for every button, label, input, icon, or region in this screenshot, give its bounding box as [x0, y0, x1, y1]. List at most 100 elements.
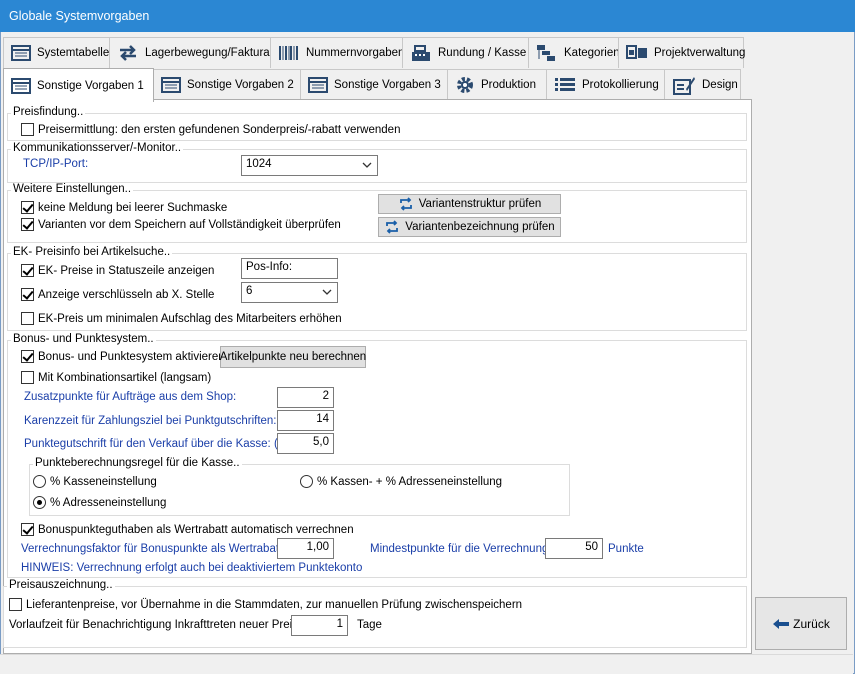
gear-icon — [457, 77, 473, 93]
tab-nummernvorgaben[interactable]: Nummernvorgaben — [270, 37, 405, 68]
checkbox-box[interactable] — [21, 312, 34, 325]
variantenbezeichnung-button[interactable]: Variantenbezeichnung prüfen — [378, 217, 561, 237]
aufschlag-checkbox[interactable]: EK-Preis um minimalen Aufschlag des Mita… — [21, 312, 342, 325]
arrow-left-icon — [773, 618, 790, 629]
tab-label: Lagerbewegung/Faktura — [145, 47, 270, 59]
varianten-pruefen-checkbox[interactable]: Varianten vor dem Speichern auf Vollstän… — [21, 218, 341, 231]
radio-label: % Adresseneinstellung — [50, 496, 167, 509]
tab-produktion[interactable]: Produktion — [447, 69, 547, 100]
tab-lagerbewegung[interactable]: Lagerbewegung/Faktura — [109, 37, 271, 68]
group-legend: Kommunikationsserver/-Monitor.. — [11, 142, 184, 154]
bonus-aktivieren-checkbox[interactable]: Bonus- und Punktesystem aktivieren — [21, 350, 225, 363]
tab-label: Nummernvorgaben — [306, 47, 405, 59]
variantenstruktur-button[interactable]: Variantenstruktur prüfen — [378, 194, 561, 214]
wertrabatt-checkbox[interactable]: Bonuspunkteguthaben als Wertrabatt autom… — [21, 523, 354, 536]
table-icon — [11, 45, 31, 61]
mindestpunkte-input[interactable]: 50 — [545, 538, 603, 559]
tcp-port-label: TCP/IP-Port: — [23, 158, 89, 170]
list-icon — [555, 78, 575, 91]
group-preisauszeichnung: Preisauszeichnung.. — [3, 579, 747, 648]
tab-sonstige-vorgaben-3[interactable]: Sonstige Vorgaben 3 — [300, 69, 448, 100]
tab-kategorien[interactable]: Kategorien — [528, 37, 620, 68]
checkbox-box[interactable] — [21, 288, 34, 301]
group-legend: Bonus- und Punktesystem.. — [11, 333, 156, 345]
mindestpunkte-unit: Punkte — [608, 543, 644, 555]
radio-circle[interactable] — [300, 475, 313, 488]
checkbox-box[interactable] — [21, 264, 34, 277]
radio-label: % Kasseneinstellung — [50, 475, 157, 488]
tab-systemtabelle[interactable]: Systemtabelle — [3, 37, 110, 68]
tab-label: Sonstige Vorgaben 3 — [334, 79, 441, 91]
karenzzeit-input[interactable]: 14 — [277, 410, 334, 431]
zusatzpunkte-input[interactable]: 2 — [277, 387, 334, 408]
table-icon — [161, 77, 181, 93]
punktegutschrift-input[interactable]: 5,0 — [277, 433, 334, 454]
vorlaufzeit-input[interactable]: 1 — [291, 615, 348, 636]
button-label: Artikelpunkte neu berechnen — [219, 351, 367, 363]
vorlaufzeit-label: Vorlaufzeit für Benachrichtigung Inkraft… — [9, 619, 308, 631]
zurueck-button[interactable]: Zurück — [755, 597, 847, 650]
tab-sonstige-vorgaben-2[interactable]: Sonstige Vorgaben 2 — [153, 69, 301, 100]
verschluesseln-checkbox[interactable]: Anzeige verschlüsseln ab X. Stelle — [21, 288, 214, 301]
checkbox-label: Lieferantenpreise, vor Übernahme in die … — [26, 598, 523, 611]
checkbox-box[interactable] — [21, 123, 34, 136]
radio-label: % Kassen- + % Adresseneinstellung — [317, 475, 503, 488]
input-value: 5,0 — [313, 436, 329, 448]
button-label: Variantenbezeichnung prüfen — [405, 221, 555, 233]
kombinationsartikel-checkbox[interactable]: Mit Kombinationsartikel (langsam) — [21, 371, 211, 384]
checkbox-box[interactable] — [21, 350, 34, 363]
verschluesseln-select[interactable]: 6 — [241, 282, 338, 303]
checkbox-label: Anzeige verschlüsseln ab X. Stelle — [38, 288, 215, 301]
tab-rundung-kasse[interactable]: Rundung / Kasse — [402, 37, 529, 68]
categories-icon — [537, 45, 555, 61]
checkbox-label: Mit Kombinationsartikel (langsam) — [38, 371, 212, 384]
checkbox-label: Bonus- und Punktesystem aktivieren — [38, 350, 225, 363]
window-title: Globale Systemvorgaben — [9, 9, 150, 23]
tab-design[interactable]: Design — [664, 69, 741, 100]
tab-row-1: Systemtabelle Lagerbewegung/Faktura Numm… — [3, 37, 745, 68]
checkbox-label: Varianten vor dem Speichern auf Vollstän… — [38, 218, 341, 231]
tab-row-2: Sonstige Vorgaben 1 Sonstige Vorgaben 2 … — [3, 68, 741, 102]
tab-label: Rundung / Kasse — [438, 47, 527, 59]
arrows-icon — [120, 45, 136, 61]
checkbox-label: Preisermittlung: den ersten gefundenen S… — [38, 123, 401, 136]
lieferantenpreise-checkbox[interactable]: Lieferantenpreise, vor Übernahme in die … — [9, 598, 522, 611]
keine-meldung-checkbox[interactable]: keine Meldung bei leerer Suchmaske — [21, 201, 227, 214]
input-value: 50 — [585, 541, 598, 553]
radio-circle[interactable] — [33, 475, 46, 488]
checkbox-box[interactable] — [21, 371, 34, 384]
barcode-icon — [279, 46, 298, 60]
tab-label: Sonstige Vorgaben 1 — [37, 79, 144, 92]
checkbox-box[interactable] — [21, 523, 34, 536]
checkbox-label: keine Meldung bei leerer Suchmaske — [38, 201, 228, 214]
pos-info-input[interactable]: Pos-Info: — [241, 258, 338, 279]
radio-kasseneinstellung[interactable]: % Kasseneinstellung — [33, 475, 157, 488]
checkbox-box[interactable] — [21, 218, 34, 231]
tab-projektverwaltung[interactable]: Projektverwaltung — [618, 37, 745, 68]
zusatzpunkte-label: Zusatzpunkte für Aufträge aus dem Shop: — [24, 391, 237, 403]
radio-kassen-adressen[interactable]: % Kassen- + % Adresseneinstellung — [300, 475, 502, 488]
radio-circle[interactable] — [33, 496, 46, 509]
cash-register-icon — [412, 45, 430, 61]
button-label: Zurück — [793, 616, 830, 631]
tcp-port-select[interactable]: 1024 — [241, 155, 378, 176]
status-bar — [0, 654, 853, 674]
tab-sonstige-vorgaben-1[interactable]: Sonstige Vorgaben 1 — [3, 68, 154, 102]
tab-label: Protokollierung — [582, 79, 659, 91]
ek-statuszeile-checkbox[interactable]: EK- Preise in Statuszeile anzeigen — [21, 264, 214, 277]
tab-protokollierung[interactable]: Protokollierung — [546, 69, 665, 100]
artikelpunkte-neu-berechnen-button[interactable]: Artikelpunkte neu berechnen — [220, 346, 366, 368]
chevron-down-icon — [322, 289, 332, 295]
radio-adresseneinstellung[interactable]: % Adresseneinstellung — [33, 496, 166, 509]
input-value: 1 — [336, 618, 343, 630]
preisermittlung-checkbox[interactable]: Preisermittlung: den ersten gefundenen S… — [21, 123, 400, 136]
select-value: 6 — [246, 285, 253, 297]
mindestpunkte-label: Mindestpunkte für die Verrechnung: — [370, 543, 552, 555]
checkbox-label: Bonuspunkteguthaben als Wertrabatt autom… — [38, 523, 354, 536]
group-legend: Punkteberechnungsregel für die Kasse.. — [33, 457, 242, 469]
checkbox-box[interactable] — [21, 201, 34, 214]
checkbox-box[interactable] — [9, 598, 22, 611]
verrechnungsfaktor-input[interactable]: 1,00 — [277, 538, 334, 559]
group-legend: EK- Preisinfo bei Artikelsuche.. — [11, 246, 173, 258]
chevron-down-icon — [362, 162, 372, 168]
